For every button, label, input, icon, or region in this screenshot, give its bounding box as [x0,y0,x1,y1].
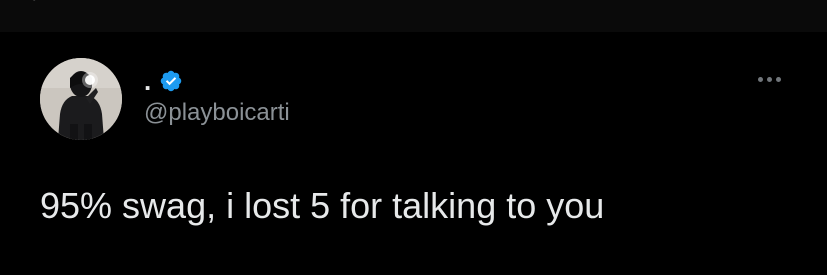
profile-photo-icon [40,58,122,140]
author-avatar[interactable] [40,58,122,140]
tweet-text: 95% swag, i lost 5 for talking to you [40,185,605,226]
more-dot [766,76,772,82]
tweet-card[interactable]: . @playboicarti 95% swag, i lost 5 for t… [0,32,827,275]
more-dot [757,76,763,82]
author-handle[interactable]: @playboicarti [144,98,290,128]
more-dot [775,76,781,82]
author-display-name[interactable]: . [144,66,151,96]
author-name-row[interactable]: . [144,66,183,96]
top-bar: ⌄ [0,0,827,32]
verified-badge-icon [159,69,183,93]
chevron-icon: ⌄ [30,0,42,4]
more-options-icon[interactable] [752,70,786,88]
